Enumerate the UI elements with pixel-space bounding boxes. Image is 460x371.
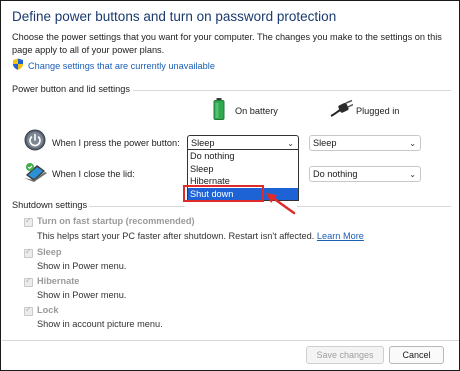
save-changes-button[interactable]: Save changes [306, 346, 384, 364]
plug-icon [329, 99, 354, 123]
callout-arrow-icon [263, 191, 297, 222]
lock-description: Show in account picture menu. [37, 319, 163, 329]
shutdown-section-label: Shutdown settings [12, 200, 88, 210]
page-title: Define power buttons and turn on passwor… [12, 9, 337, 24]
page-description: Choose the power settings that you want … [12, 32, 442, 55]
shut-down-callout-box [183, 185, 264, 202]
power-button-plugged-select[interactable]: Sleep ⌄ [309, 135, 421, 151]
close-lid-plugged-select[interactable]: Do nothing ⌄ [309, 166, 421, 182]
power-button-battery-value: Sleep [191, 138, 215, 148]
fast-startup-desc-text: This helps start your PC faster after sh… [37, 231, 317, 241]
learn-more-link[interactable]: Learn More [317, 231, 364, 241]
change-settings-link[interactable]: Change settings that are currently unava… [28, 61, 215, 71]
hibernate-description: Show in Power menu. [37, 290, 127, 300]
uac-shield-icon [12, 57, 24, 75]
hibernate-label: Hibernate [37, 276, 80, 286]
fast-startup-label: Turn on fast startup (recommended) [37, 216, 195, 226]
close-lid-label: When I close the lid: [52, 169, 135, 179]
cancel-button[interactable]: Cancel [389, 346, 444, 364]
plugged-in-label: Plugged in [356, 106, 400, 116]
shutdown-section-divider-left [89, 206, 185, 207]
sleep-checkbox[interactable] [24, 247, 33, 258]
power-button-label: When I press the power button: [52, 138, 180, 148]
hibernate-checkbox[interactable] [24, 276, 33, 287]
laptop-lid-icon [23, 161, 49, 188]
sleep-description: Show in Power menu. [37, 261, 127, 271]
shutdown-section-divider-right [297, 206, 451, 207]
lock-label: Lock [37, 305, 59, 315]
lock-checkbox[interactable] [24, 305, 33, 316]
close-lid-plugged-value: Do nothing [313, 169, 358, 179]
power-section-label: Power button and lid settings [12, 84, 130, 94]
power-button-icon [24, 129, 46, 156]
power-button-plugged-value: Sleep [313, 138, 337, 148]
fast-startup-checkbox[interactable] [24, 216, 33, 227]
footer-divider [2, 340, 459, 341]
power-options-window: Define power buttons and turn on passwor… [0, 0, 460, 371]
on-battery-label: On battery [235, 106, 278, 116]
change-settings-link-row[interactable]: Change settings that are currently unava… [12, 57, 215, 75]
power-section-divider [133, 90, 451, 91]
chevron-down-icon: ⌄ [409, 170, 416, 179]
dropdown-option-do-nothing[interactable]: Do nothing [188, 150, 298, 163]
chevron-down-icon: ⌄ [409, 139, 416, 148]
fast-startup-description: This helps start your PC faster after sh… [37, 231, 364, 241]
battery-icon [213, 98, 225, 125]
dropdown-option-sleep[interactable]: Sleep [188, 163, 298, 176]
sleep-label: Sleep [37, 247, 62, 257]
